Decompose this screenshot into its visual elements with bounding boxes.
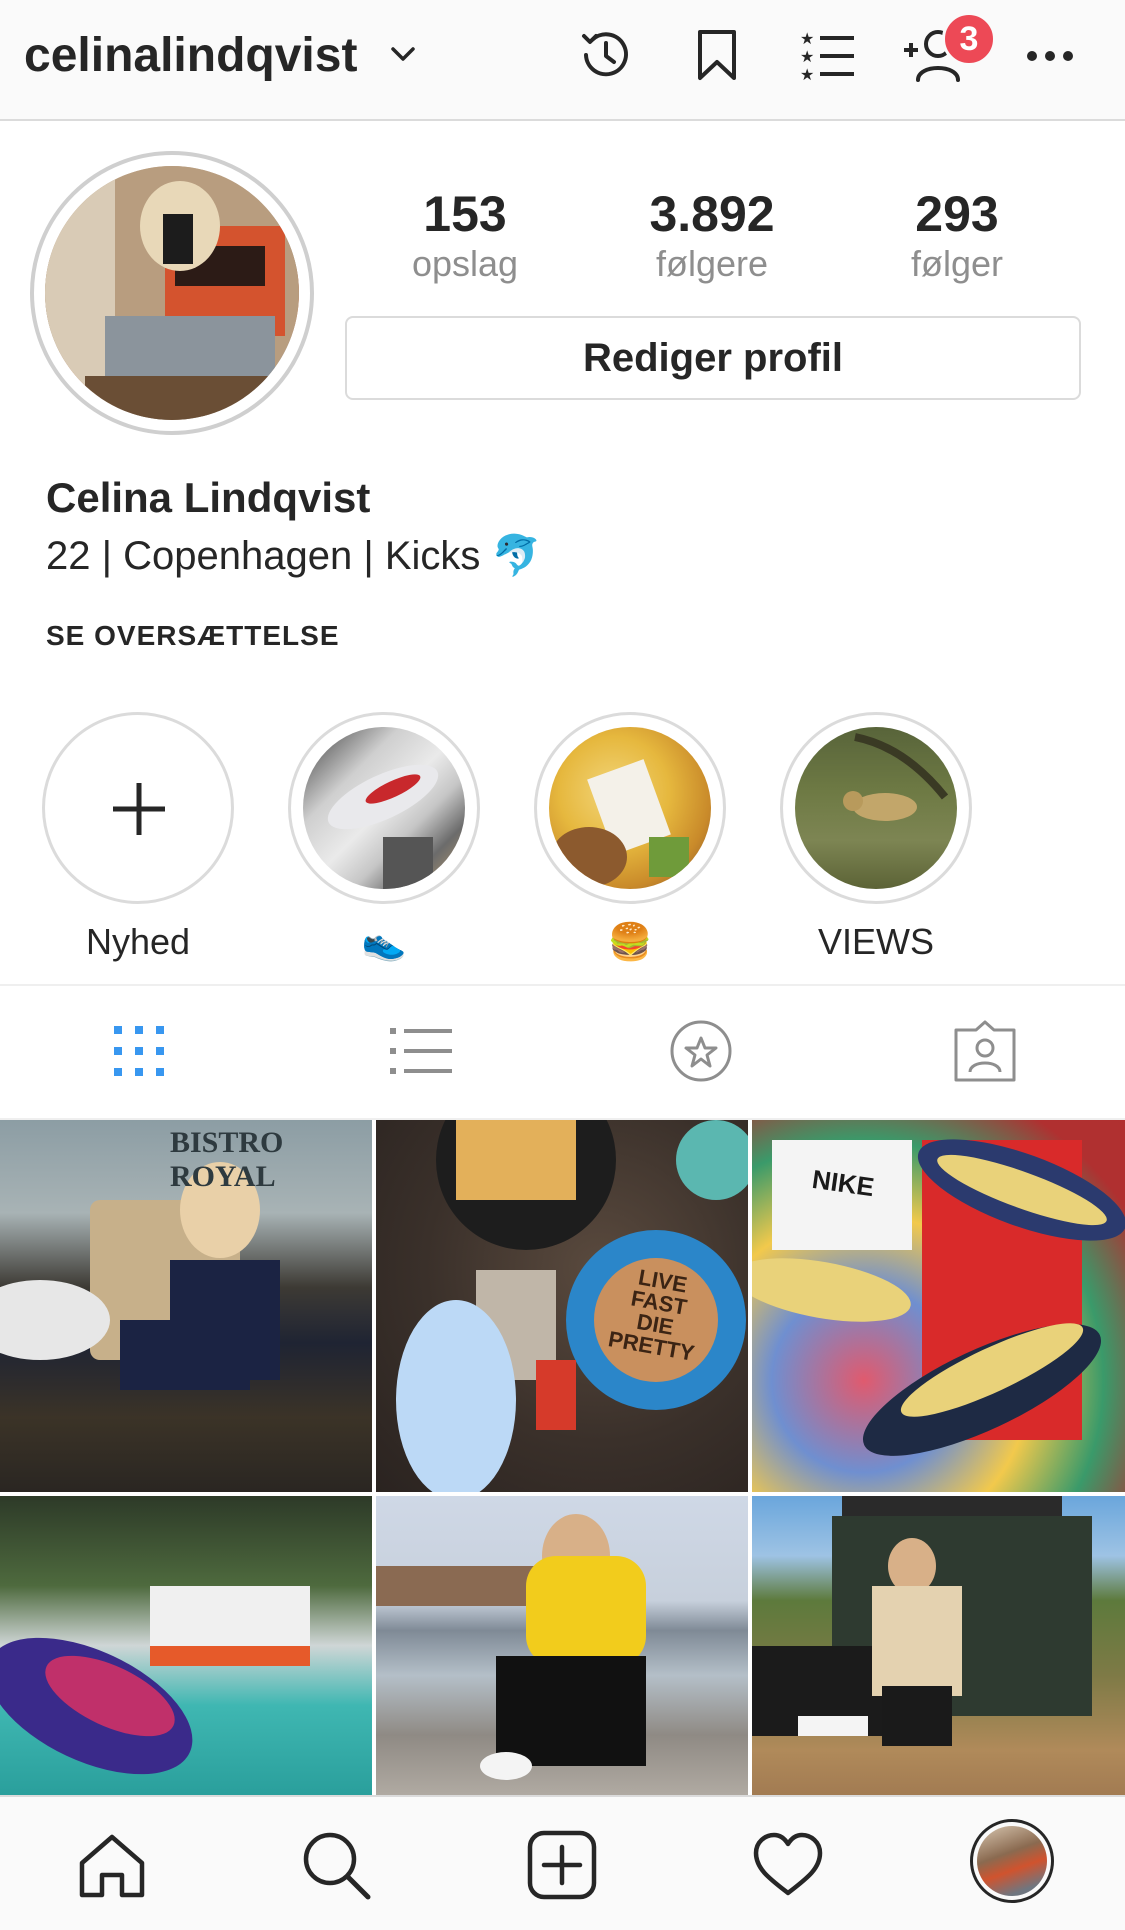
home-icon[interactable] (74, 1827, 150, 1903)
followers-count: 3.892 (649, 186, 775, 242)
svg-text:★: ★ (800, 65, 814, 84)
highlight-label: Nyhed (85, 921, 191, 962)
new-post-icon[interactable] (524, 1827, 600, 1903)
highlight-label: VIEWS (817, 921, 934, 962)
tagged-icon[interactable] (950, 1016, 1020, 1086)
highlight-food[interactable]: 🍔 (534, 712, 726, 966)
svg-text:★: ★ (800, 47, 814, 66)
list-icon[interactable] (386, 1016, 456, 1086)
plus-icon (113, 783, 165, 835)
posts-grid: BISTRO ROYAL LIVE FAST DIE PRETTY NIKE (0, 1120, 1125, 1795)
post-thumbnail[interactable] (752, 1496, 1125, 1795)
bio-text: 22 | Copenhagen | Kicks 🐬 (46, 534, 542, 578)
more-icon[interactable] (1018, 22, 1084, 88)
post-thumbnail[interactable]: LIVE FAST DIE PRETTY (376, 1120, 748, 1492)
posts-stat[interactable]: 153 opslag (365, 186, 565, 286)
profile-avatar[interactable] (970, 1819, 1054, 1903)
grid-icon[interactable] (104, 1016, 174, 1086)
followers-stat[interactable]: 3.892 følgere (612, 186, 812, 286)
highlight-thumbnail (549, 727, 711, 889)
see-translation-link[interactable]: SE OVERSÆTTELSE (46, 620, 340, 652)
highlight-sneakers[interactable]: 👟 (288, 712, 480, 966)
saved-star-icon[interactable] (666, 1016, 736, 1086)
highlight-new[interactable]: Nyhed (42, 712, 234, 966)
post-thumbnail[interactable]: NIKE (752, 1120, 1125, 1492)
highlight-label: 🍔 (607, 921, 653, 962)
following-count: 293 (915, 186, 999, 242)
bottom-navigation (0, 1795, 1125, 1930)
profile-tabs (0, 984, 1125, 1120)
post-thumbnail[interactable] (376, 1496, 748, 1795)
edit-profile-button[interactable]: Rediger profil (345, 316, 1081, 400)
activity-heart-icon[interactable] (750, 1827, 826, 1903)
highlight-thumbnail (795, 727, 957, 889)
posts-count: 153 (423, 186, 507, 242)
posts-label: opslag (411, 243, 519, 284)
full-name: Celina Lindqvist (46, 474, 371, 521)
post-caption: LIVE FAST DIE PRETTY (606, 1264, 697, 1366)
post-thumbnail[interactable] (0, 1496, 372, 1795)
history-icon[interactable] (572, 22, 638, 88)
post-thumbnail[interactable]: BISTRO ROYAL (0, 1120, 372, 1492)
chevron-down-icon[interactable] (390, 44, 416, 64)
profile-avatar[interactable] (45, 166, 299, 420)
bookmark-icon[interactable] (684, 22, 750, 88)
following-stat[interactable]: 293 følger (857, 186, 1057, 286)
following-label: følger (910, 243, 1004, 284)
highlight-views[interactable]: VIEWS (780, 712, 972, 966)
post-caption: BISTRO ROYAL (170, 1126, 284, 1193)
search-icon[interactable] (298, 1827, 374, 1903)
close-friends-list-icon[interactable]: ★ ★ ★ (794, 22, 860, 88)
svg-text:★: ★ (800, 29, 814, 48)
username-switcher[interactable]: celinalindqvist (24, 28, 357, 83)
highlight-label: 👟 (361, 921, 407, 962)
followers-label: følgere (655, 243, 769, 284)
top-bar: celinalindqvist ★ ★ ★ 3 (0, 0, 1125, 121)
notification-badge: 3 (942, 12, 996, 66)
highlight-thumbnail (303, 727, 465, 889)
